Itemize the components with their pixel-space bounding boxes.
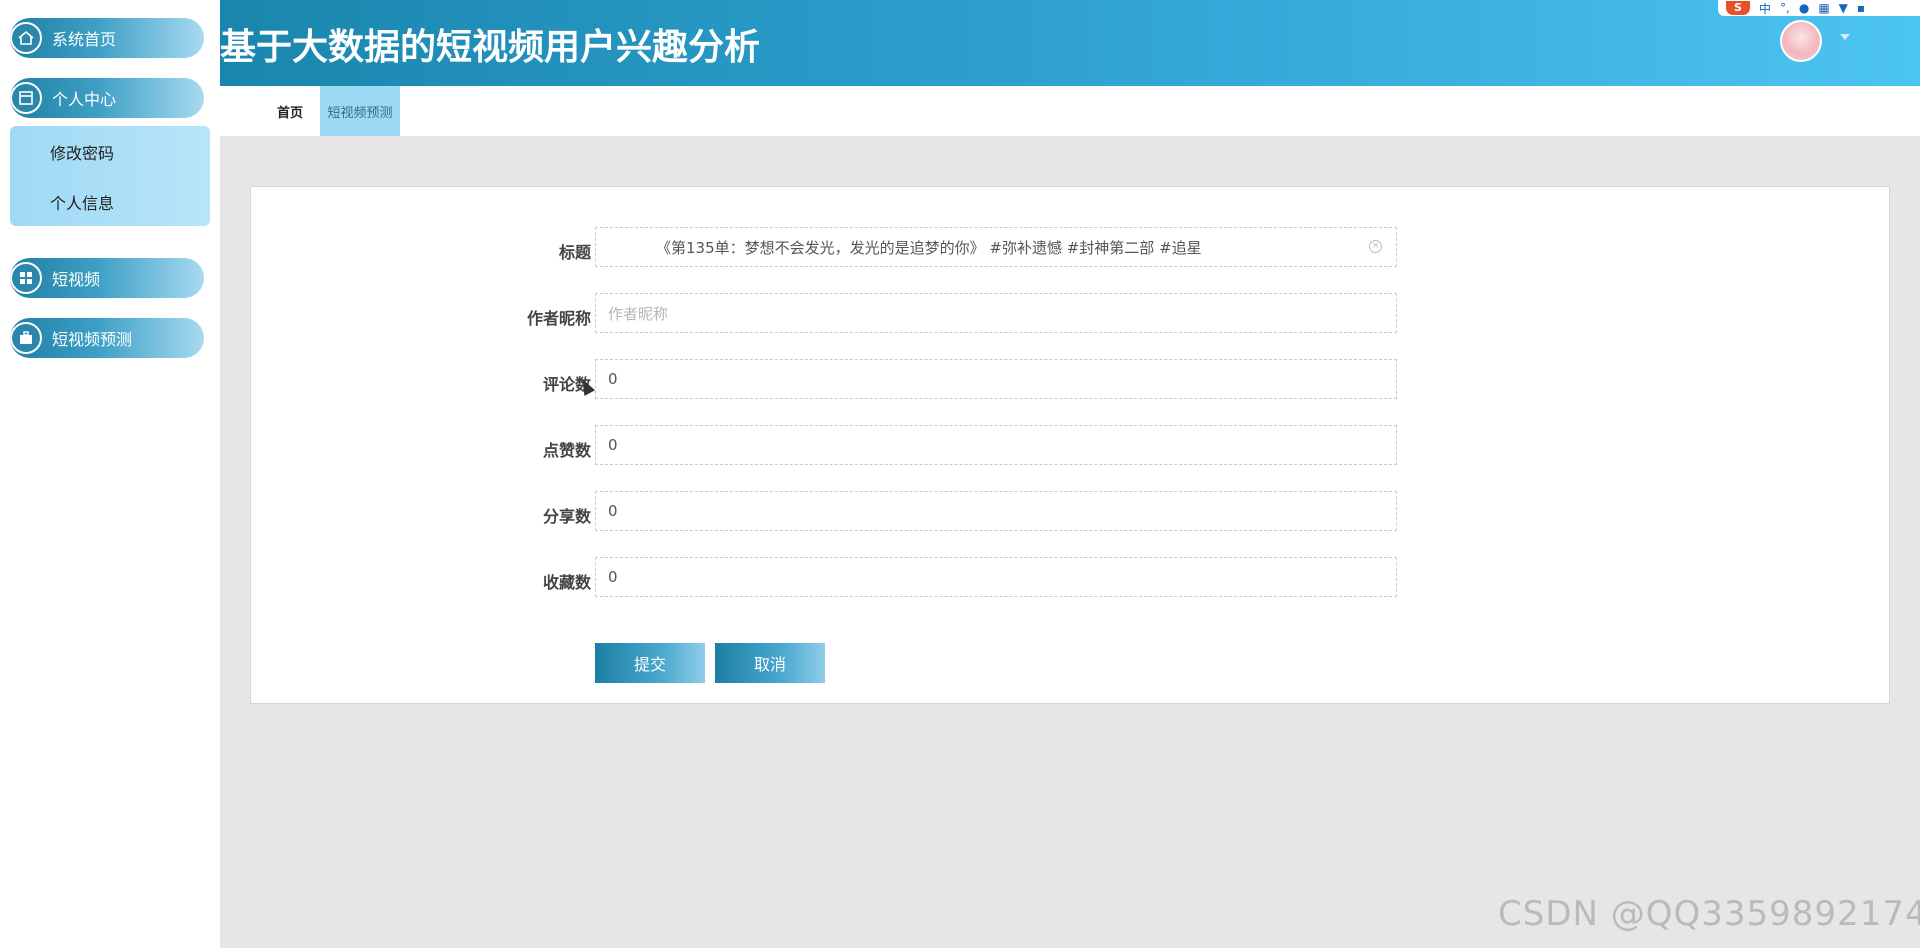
sidebar-item-label: 系统首页 <box>52 30 117 49</box>
likes-field[interactable]: 0 <box>595 425 1397 465</box>
microphone-icon[interactable]: ● <box>1799 1 1809 15</box>
sidebar-item-home[interactable]: 系统首页 <box>10 18 204 58</box>
favorites-label: 收藏数 <box>542 573 591 592</box>
personal-center-submenu: 修改密码 个人信息 <box>10 126 210 226</box>
author-field[interactable]: 作者昵称 <box>595 293 1397 333</box>
title-field[interactable]: 《第135单：梦想不会发光，发光的是追梦的你》 #弥补遗憾 #封神第二部 #追星… <box>595 227 1397 267</box>
main-content: 标题 《第135单：梦想不会发光，发光的是追梦的你》 #弥补遗憾 #封神第二部 … <box>220 136 1920 948</box>
likes-label: 点赞数 <box>542 441 591 460</box>
tab-bar: 首页 短视频预测 <box>220 86 1920 136</box>
submit-button[interactable]: 提交 <box>595 643 705 683</box>
title-label: 标题 <box>558 243 591 262</box>
clear-icon[interactable]: × <box>1369 240 1382 253</box>
apps-icon[interactable]: ▪ <box>1857 1 1865 15</box>
tab-home[interactable]: 首页 <box>264 86 316 136</box>
app-title: 基于大数据的短视频用户兴趣分析 <box>220 27 761 68</box>
shares-field[interactable]: 0 <box>595 491 1397 531</box>
grid-icon <box>10 262 42 294</box>
submenu-item-change-password[interactable]: 修改密码 <box>50 140 114 164</box>
author-label: 作者昵称 <box>526 309 591 328</box>
cancel-button[interactable]: 取消 <box>715 643 825 683</box>
sidebar-item-label: 个人中心 <box>52 90 117 109</box>
comments-field[interactable]: 0 <box>595 359 1397 399</box>
chevron-down-icon[interactable] <box>1840 34 1850 40</box>
submenu-item-personal-info[interactable]: 个人信息 <box>50 190 114 214</box>
ime-mode[interactable]: 中 <box>1759 0 1771 17</box>
window-icon <box>10 82 42 114</box>
ime-toolbar: S 中 °, ● ▦ ▼ ▪ <box>1718 0 1920 16</box>
briefcase-icon <box>10 322 42 354</box>
sidebar-item-short-video[interactable]: 短视频 <box>10 258 204 298</box>
sidebar-item-label: 短视频 <box>52 270 101 289</box>
punctuation-icon[interactable]: °, <box>1780 1 1790 15</box>
comments-label: 评论数 <box>542 375 591 394</box>
avatar[interactable] <box>1780 20 1822 62</box>
keyboard-icon[interactable]: ▦ <box>1818 1 1829 15</box>
prediction-form: 标题 《第135单：梦想不会发光，发光的是追梦的你》 #弥补遗憾 #封神第二部 … <box>250 186 1890 704</box>
sidebar: 系统首页 个人中心 修改密码 个人信息 短视频 短视频预测 <box>0 0 220 948</box>
shares-label: 分享数 <box>542 507 591 526</box>
home-icon <box>10 22 42 54</box>
sidebar-item-label: 短视频预测 <box>52 330 133 349</box>
sidebar-item-personal-center[interactable]: 个人中心 <box>10 78 204 118</box>
shirt-icon[interactable]: ▼ <box>1839 1 1848 15</box>
tab-short-video-prediction[interactable]: 短视频预测 <box>320 86 400 136</box>
top-header: 基于大数据的短视频用户兴趣分析 S 中 °, ● ▦ ▼ ▪ <box>220 0 1920 86</box>
title-value: 《第135单：梦想不会发光，发光的是追梦的你》 #弥补遗憾 #封神第二部 #追星 <box>656 238 1202 257</box>
favorites-field[interactable]: 0 <box>595 557 1397 597</box>
watermark: CSDN @QQ3359892174 <box>1498 894 1920 934</box>
sogou-logo-icon: S <box>1726 1 1750 15</box>
sidebar-item-short-video-prediction[interactable]: 短视频预测 <box>10 318 204 358</box>
